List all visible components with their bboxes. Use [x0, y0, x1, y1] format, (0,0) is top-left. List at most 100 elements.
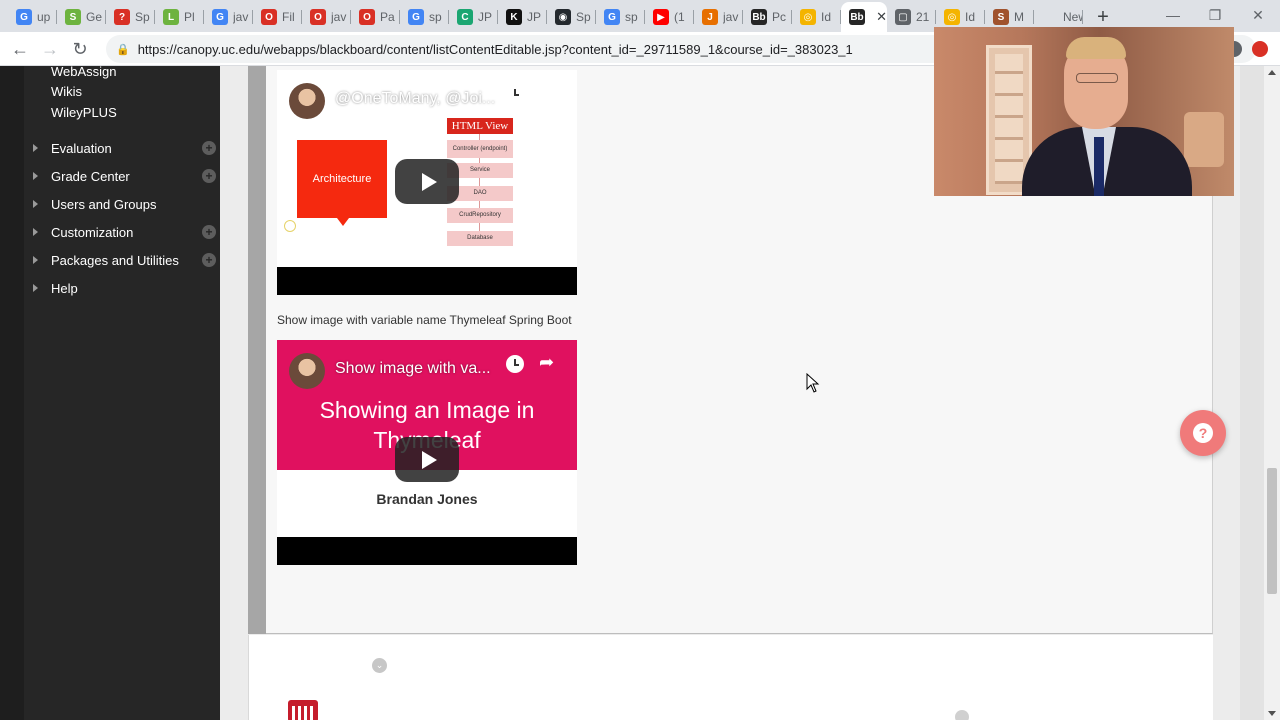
maximize-window-button[interactable]: ❐: [1194, 0, 1236, 30]
sidebar-item-label: Customization: [51, 224, 134, 240]
chevron-down-icon[interactable]: ⌄: [372, 658, 387, 673]
sidebar-item-grade-center[interactable]: Grade Center +: [24, 162, 220, 190]
tab-label: up: [37, 10, 51, 24]
tab-favicon-icon: ◉: [555, 9, 571, 25]
browser-tab[interactable]: ▶ (1: [645, 2, 694, 32]
sidebar-link-webassign[interactable]: WebAssign: [51, 66, 117, 79]
browser-tab[interactable]: Gup: [8, 2, 57, 32]
layer-controller: Controller (endpoint): [447, 140, 513, 158]
question-mark-icon: ?: [1193, 423, 1213, 443]
chevron-down-icon[interactable]: [955, 710, 969, 720]
forward-arrow-icon[interactable]: →: [38, 37, 62, 61]
browser-tab[interactable]: O Fil: [253, 2, 302, 32]
sidebar-item-help[interactable]: Help: [24, 274, 220, 302]
expand-arrow-icon: [33, 172, 38, 180]
browser-tab[interactable]: ▢ 21: [887, 2, 936, 32]
video-title[interactable]: Show image with va...: [335, 360, 491, 378]
reload-icon[interactable]: ↻: [68, 37, 92, 61]
tab-favicon-icon: G: [16, 9, 32, 25]
tab-active[interactable]: Bb ✕: [841, 2, 887, 32]
browser-tab[interactable]: O Pa: [351, 2, 400, 32]
sidebar-item-label: Help: [51, 280, 78, 296]
browser-tab[interactable]: S Ge: [57, 2, 106, 32]
sidebar-item-packages-and-utilities[interactable]: Packages and Utilities +: [24, 246, 220, 274]
sidebar-item-evaluation[interactable]: Evaluation +: [24, 134, 220, 162]
extension-red-icon[interactable]: [1252, 41, 1268, 57]
tab-favicon-icon: G: [604, 9, 620, 25]
tab-favicon-icon: S: [993, 9, 1009, 25]
tab-label: 21: [916, 10, 930, 24]
presenter-tie: [1094, 137, 1104, 196]
presenter-glasses: [1076, 73, 1118, 83]
browser-tab[interactable]: Gsp: [400, 2, 449, 32]
browser-tab[interactable]: Jjav: [694, 2, 743, 32]
sidebar-item-customization[interactable]: Customization +: [24, 218, 220, 246]
sidebar-link-wikis[interactable]: Wikis: [51, 84, 82, 99]
browser-tab[interactable]: ◉ Sp: [547, 2, 596, 32]
tab-favicon-icon: [1042, 9, 1058, 25]
watch-later-clock-icon[interactable]: [506, 85, 524, 103]
scroll-down-arrow-icon[interactable]: [1268, 711, 1276, 716]
play-button-icon[interactable]: [395, 159, 459, 204]
video-caption: Show image with variable name Thymeleaf …: [277, 313, 572, 327]
channel-avatar[interactable]: [289, 83, 325, 119]
sidebar-item-label: Grade Center: [51, 168, 130, 184]
tab-label: JP: [527, 10, 542, 24]
add-plus-icon[interactable]: +: [202, 253, 216, 267]
add-plus-icon[interactable]: +: [202, 225, 216, 239]
tab-favicon-icon: O: [310, 9, 326, 25]
expand-arrow-icon: [33, 256, 38, 264]
browser-tab[interactable]: C JP: [449, 2, 498, 32]
help-button[interactable]: ?: [1180, 410, 1226, 456]
sidebar-item-label: Evaluation: [51, 140, 112, 156]
browser-tab[interactable]: Gsp: [596, 2, 645, 32]
scroll-up-arrow-icon[interactable]: [1268, 70, 1276, 75]
presenter-hair: [1066, 37, 1126, 59]
minimize-window-button[interactable]: —: [1152, 0, 1194, 30]
left-edge-strip: [0, 66, 24, 720]
tab-label: (1: [674, 10, 685, 24]
tab-label: Ge: [86, 10, 103, 24]
play-button-icon[interactable]: [395, 437, 459, 482]
tab-label: jav: [723, 10, 739, 24]
browser-tab[interactable]: K JP: [498, 2, 547, 32]
channel-avatar[interactable]: [289, 353, 325, 389]
scrollbar-thumb[interactable]: [1267, 468, 1277, 594]
right-gray-bar: [1240, 66, 1266, 720]
add-plus-icon[interactable]: +: [202, 169, 216, 183]
tab-favicon-icon: ◎: [800, 9, 816, 25]
close-tab-icon[interactable]: ✕: [876, 9, 887, 25]
back-arrow-icon[interactable]: ←: [8, 37, 32, 61]
add-plus-icon[interactable]: +: [202, 141, 216, 155]
tab-label: Pc: [772, 10, 787, 24]
slide-author: Brandan Jones: [376, 491, 478, 507]
sidebar-link-wileyplus[interactable]: WileyPLUS: [51, 105, 117, 120]
youtube-video-embed-2[interactable]: Showing an Image in Thymeleaf Brandan Jo…: [277, 340, 577, 565]
browser-tab[interactable]: ◎ Id: [792, 2, 841, 32]
share-arrow-icon[interactable]: ➦: [539, 82, 554, 103]
tab-label: sp: [429, 10, 442, 24]
url-text: https://canopy.uc.edu/webapps/blackboard…: [137, 41, 853, 57]
expand-arrow-icon: [33, 200, 38, 208]
browser-tab[interactable]: Bb Pc: [743, 2, 792, 32]
tab-label: Id: [821, 10, 832, 24]
page-scrollbar[interactable]: [1264, 66, 1280, 720]
share-arrow-icon[interactable]: ➦: [539, 352, 554, 373]
tab-label: sp: [625, 10, 638, 24]
tab-label: Pa: [380, 10, 395, 24]
tab-label: Id: [965, 10, 976, 24]
browser-tab[interactable]: L Pl: [155, 2, 204, 32]
watch-later-clock-icon[interactable]: [506, 355, 524, 373]
browser-tab[interactable]: ? Sp: [106, 2, 155, 32]
youtube-video-embed-1[interactable]: Architecture HTML View Controller (endpo…: [277, 70, 577, 295]
lock-icon: 🔒: [116, 43, 130, 56]
close-window-button[interactable]: ✕: [1237, 0, 1279, 30]
lamp: [1184, 112, 1224, 167]
browser-tab[interactable]: Gjav: [204, 2, 253, 32]
tab-favicon-icon: Bb: [751, 9, 767, 25]
sidebar-item-label: Packages and Utilities: [51, 252, 179, 268]
browser-tab[interactable]: Ojav: [302, 2, 351, 32]
video-title[interactable]: @OneToMany, @Joi...: [335, 90, 495, 108]
sidebar-item-users-and-groups[interactable]: Users and Groups: [24, 190, 220, 218]
layer-crudrepository: CrudRepository: [447, 208, 513, 223]
